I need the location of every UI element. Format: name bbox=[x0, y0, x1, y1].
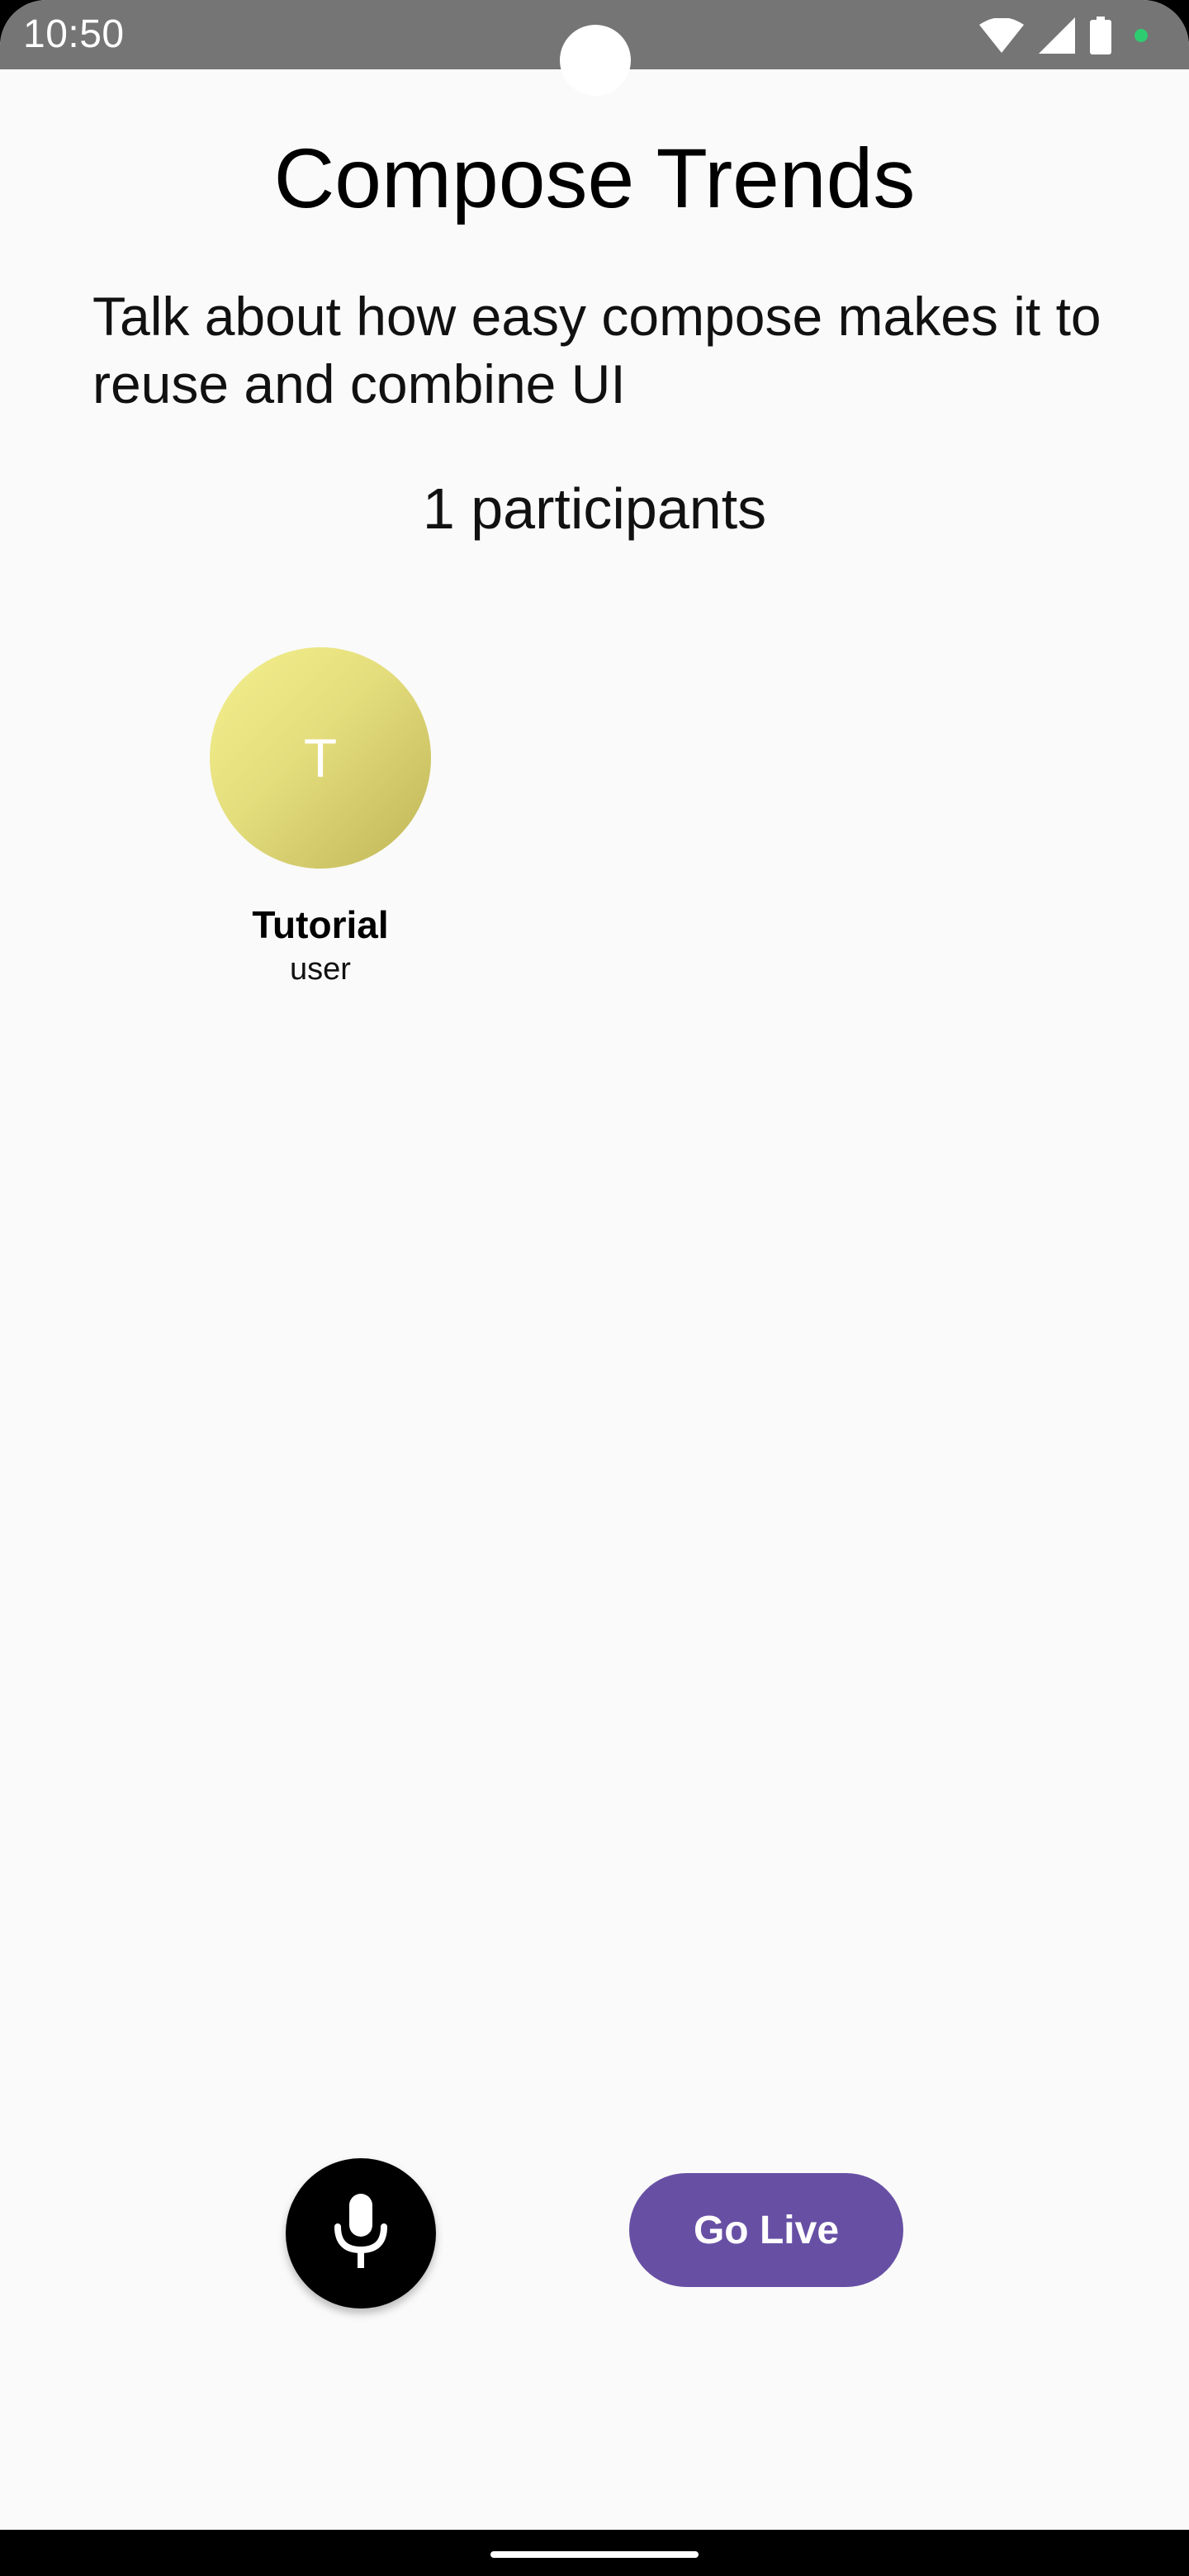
app-screen: 10:50 Compose Trends Talk about how easy… bbox=[0, 0, 1189, 2576]
room-title: Compose Trends bbox=[273, 131, 916, 225]
participant-name: Tutorial bbox=[252, 903, 389, 946]
navigation-bar bbox=[0, 2530, 1189, 2576]
participant-role: user bbox=[290, 952, 351, 987]
mic-button[interactable] bbox=[286, 2158, 436, 2308]
status-icons bbox=[979, 17, 1148, 54]
microphone-icon bbox=[331, 2192, 391, 2275]
battery-icon bbox=[1090, 17, 1111, 54]
privacy-indicator-dot bbox=[1135, 29, 1148, 42]
room-description: Talk about how easy compose makes it to … bbox=[92, 286, 1101, 414]
status-bar: 10:50 bbox=[0, 0, 1189, 96]
participant-item[interactable]: T Tutorial user bbox=[197, 647, 444, 987]
avatar: T bbox=[210, 647, 431, 869]
signal-icon bbox=[1039, 17, 1075, 54]
avatar-initial: T bbox=[303, 727, 338, 788]
camera-cutout bbox=[560, 25, 631, 96]
go-live-button[interactable]: Go Live bbox=[629, 2173, 903, 2287]
status-time: 10:50 bbox=[23, 12, 125, 56]
participants-count: 1 participants bbox=[422, 476, 767, 541]
wifi-icon bbox=[979, 18, 1024, 53]
home-indicator[interactable] bbox=[490, 2551, 699, 2558]
